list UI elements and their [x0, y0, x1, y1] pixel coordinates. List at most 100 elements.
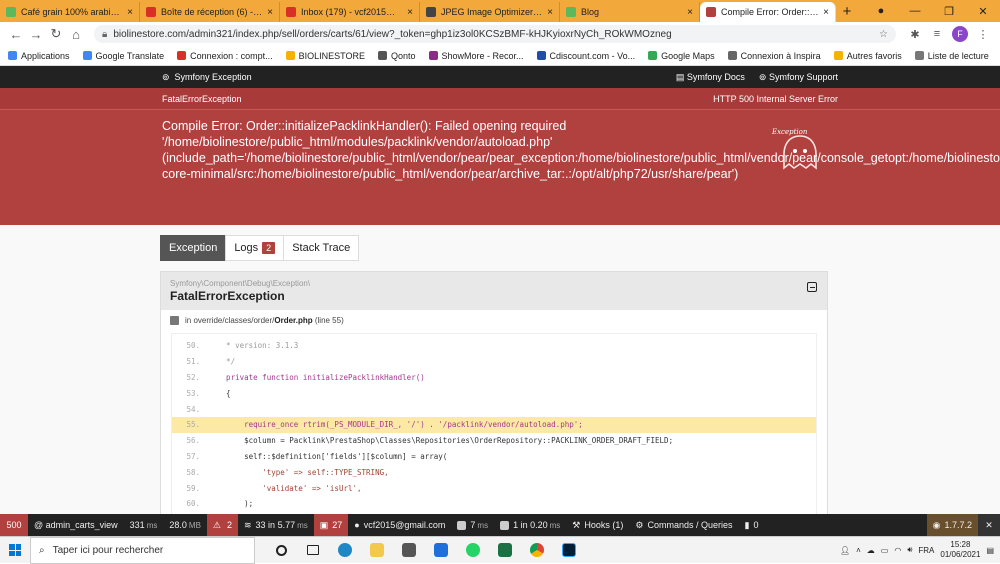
volume-icon[interactable]: 🔊︎: [907, 545, 912, 555]
bookmark-item[interactable]: Google Translate: [82, 51, 164, 61]
symfony-docs-link[interactable]: ▤ Symfony Docs: [676, 72, 745, 83]
errors-item[interactable]: ⚠ 2: [206, 514, 238, 536]
close-icon[interactable]: ×: [547, 7, 553, 18]
close-icon[interactable]: ×: [407, 7, 413, 18]
reading-list-icon[interactable]: ≡: [929, 28, 945, 40]
bookmark-item[interactable]: Applications: [8, 51, 70, 61]
bookmark-item[interactable]: ShowMore - Recor...: [428, 51, 524, 61]
cache-item[interactable]: ▣ 27: [313, 514, 349, 536]
browser-tab-active[interactable]: Compile Error: Order::initiali ×: [700, 2, 836, 22]
taskbar-search-input[interactable]: ⌕ Taper ici pour rechercher: [30, 536, 255, 564]
reload-icon[interactable]: ↻: [46, 26, 66, 42]
maximize-icon[interactable]: ❐: [932, 5, 966, 18]
mail-icon[interactable]: [425, 537, 457, 564]
cloud-icon[interactable]: ☁: [867, 546, 875, 555]
avatar[interactable]: F: [952, 26, 968, 42]
trace-file-line[interactable]: in override/classes/order/Order.php (lin…: [161, 310, 827, 331]
lock-icon[interactable]: 🔒︎: [102, 29, 107, 40]
chevron-up-icon[interactable]: ˄: [856, 546, 861, 555]
database-icon: [500, 520, 510, 530]
close-icon[interactable]: ×: [823, 7, 829, 18]
chrome-icon[interactable]: [521, 537, 553, 564]
bookmark-item[interactable]: BIOLINESTORE: [285, 51, 365, 61]
version-item[interactable]: ◉ 1.7.7.2: [926, 514, 978, 536]
extensions-icon[interactable]: ✱: [907, 28, 923, 41]
notifications-icon[interactable]: ▤: [986, 546, 994, 555]
twig-item[interactable]: ≋ 33 in 5.77 ms: [238, 514, 314, 536]
minimize-icon[interactable]: —: [898, 5, 932, 17]
tab-stack-trace[interactable]: Stack Trace: [283, 235, 360, 261]
browser-tab-bar: Café grain 100% arabica do × Boîte de réc…: [0, 0, 1000, 22]
browser-tab[interactable]: JPEG Image Optimizer - SAV ×: [420, 2, 560, 22]
bookmark-item[interactable]: Connexion : compt...: [177, 51, 273, 61]
browser-tab[interactable]: Boîte de réception (6) - fyat ×: [140, 2, 280, 22]
collapse-icon[interactable]: [807, 282, 817, 292]
symfony-support-link[interactable]: ⊚ Symfony Support: [759, 72, 838, 83]
db-item[interactable]: 1 in 0.20 ms: [494, 514, 566, 536]
hooks-item[interactable]: ⚒ Hooks (1): [566, 514, 629, 536]
minus-icon[interactable]: [170, 316, 179, 325]
close-icon[interactable]: ×: [267, 7, 273, 18]
commands-item[interactable]: ⚙ Commands / Queries: [629, 514, 738, 536]
wifi-icon[interactable]: ◠: [894, 546, 901, 555]
photoshop-icon[interactable]: [553, 537, 585, 564]
status-code[interactable]: 500: [0, 514, 28, 536]
people-icon[interactable]: 👤︎: [840, 546, 850, 555]
code-line: 53. {: [172, 385, 816, 401]
reading-list-icon: [914, 51, 924, 60]
excel-icon[interactable]: [489, 537, 521, 564]
translate-icon: [82, 51, 92, 60]
store-icon[interactable]: [393, 537, 425, 564]
file-explorer-icon[interactable]: [361, 537, 393, 564]
route-value: @ admin_carts_view: [34, 520, 118, 530]
tool-icon: ▮: [744, 519, 750, 530]
memory-item[interactable]: 28.0 MB: [163, 514, 207, 536]
memory-value: 28.0: [169, 520, 187, 530]
tab-logs[interactable]: Logs 2: [225, 235, 285, 261]
windows-start-icon[interactable]: [0, 537, 30, 564]
layers-icon: ≋: [244, 519, 252, 530]
cortana-icon[interactable]: [265, 537, 297, 564]
menu-icon[interactable]: ⋮: [975, 28, 991, 41]
browser-tab[interactable]: Blog ×: [560, 2, 700, 22]
url-input[interactable]: 🔒︎ biolinestore.com/admin321/index.php/s…: [94, 25, 896, 43]
close-window-icon[interactable]: ✕: [966, 5, 1000, 18]
bookmark-item[interactable]: Qonto: [377, 51, 416, 61]
bookmark-item[interactable]: Google Maps: [648, 51, 715, 61]
time-item[interactable]: 331 ms: [124, 514, 164, 536]
address-bar-row: ← → ↻ ⌂ 🔒︎ biolinestore.com/admin321/ind…: [0, 22, 1000, 46]
db-unit: ms: [549, 520, 561, 530]
page-content: ⊚ Symfony Exception ▤ Symfony Docs ⊚ Sym…: [0, 66, 1000, 514]
ajax-item[interactable]: 7 ms: [451, 514, 494, 536]
tab-exception[interactable]: Exception: [160, 235, 227, 261]
close-toolbar-icon[interactable]: ✕: [978, 514, 1000, 536]
profile-menu-icon[interactable]: ●: [864, 5, 898, 17]
close-icon[interactable]: ×: [127, 7, 133, 18]
bookmark-item[interactable]: Cdiscount.com - Vo...: [536, 51, 635, 61]
edge-icon[interactable]: [329, 537, 361, 564]
bookmark-star-icon[interactable]: ☆: [879, 29, 888, 40]
exception-message: Compile Error: Order::initializePacklink…: [162, 119, 1000, 181]
forward-icon[interactable]: →: [26, 27, 46, 42]
trace-namespace: Symfony\Component\Debug\Exception\: [170, 279, 311, 288]
reading-list[interactable]: Liste de lecture: [914, 51, 989, 61]
whatsapp-icon[interactable]: [457, 537, 489, 564]
network-icon[interactable]: ▭: [881, 546, 889, 555]
route-item[interactable]: @ admin_carts_view: [28, 514, 124, 536]
language-indicator[interactable]: FRA: [918, 546, 934, 555]
bookmark-item[interactable]: Connexion à Inspira: [727, 51, 821, 61]
tab-label: Café grain 100% arabica do: [21, 7, 124, 17]
close-icon[interactable]: ×: [687, 7, 693, 18]
new-tab-button[interactable]: +: [836, 2, 858, 22]
back-icon[interactable]: ←: [6, 27, 26, 42]
browser-tab[interactable]: Café grain 100% arabica do ×: [0, 2, 140, 22]
hooks-icon: ⚒: [572, 519, 581, 530]
code-text: private function initializePacklinkHandl…: [208, 372, 425, 382]
home-icon[interactable]: ⌂: [66, 27, 86, 42]
browser-tab[interactable]: Inbox (179) - vcf2015@gma ×: [280, 2, 420, 22]
other-bookmarks[interactable]: Autres favoris: [833, 51, 902, 61]
other-item[interactable]: ▮ 0: [739, 514, 765, 536]
task-view-icon[interactable]: [297, 537, 329, 564]
clock[interactable]: 15:28 01/06/2021: [940, 540, 980, 560]
user-item[interactable]: ● vcf2015@gmail.com: [348, 514, 451, 536]
